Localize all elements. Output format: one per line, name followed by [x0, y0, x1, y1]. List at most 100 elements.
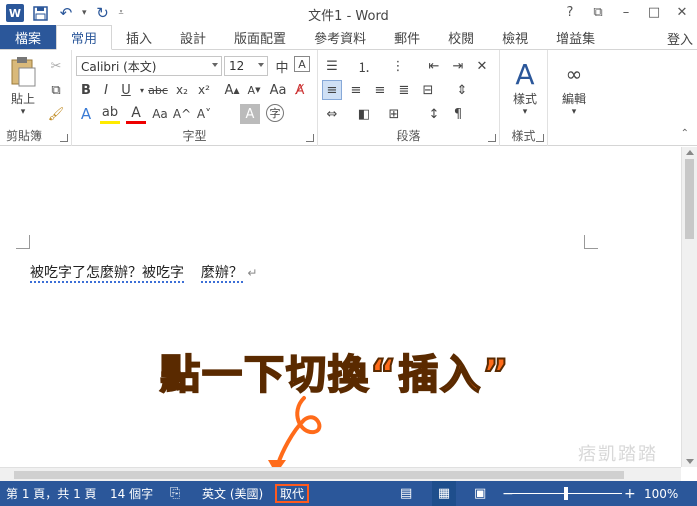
horizontal-scrollbar[interactable] — [0, 467, 681, 481]
borders-icon[interactable]: ⊞ — [384, 104, 404, 124]
language-status[interactable]: 英文 (美國) — [202, 481, 263, 506]
clear-formatting-icon[interactable]: A̸ — [290, 80, 310, 100]
phonetic-guide-icon[interactable]: 中 — [272, 56, 292, 76]
distributed-icon[interactable]: ⊟ — [418, 80, 438, 100]
read-mode-icon[interactable]: ▤ — [400, 481, 412, 506]
font-color-icon[interactable]: A — [126, 104, 146, 124]
signin-link[interactable]: 登入 — [667, 29, 693, 48]
document-text[interactable]: 被吃字了怎麼辦？被吃字 麼辦？ ↵ — [30, 262, 257, 283]
paragraph-launcher-icon[interactable] — [488, 134, 496, 142]
proofing-icon[interactable]: ⎘ — [170, 481, 180, 506]
undo-dropdown-icon[interactable]: ▾ — [82, 8, 87, 18]
tab-references[interactable]: 參考資料 — [300, 25, 380, 49]
web-layout-icon[interactable]: ▣ — [474, 481, 486, 506]
tab-insert[interactable]: 插入 — [112, 25, 166, 49]
ribbon: 貼上 ▾ ✂ ⧉ 🖌 剪貼簿 Calibri (本文) 12 中 A B I U… — [0, 50, 697, 146]
paste-button[interactable]: 貼上 ▾ — [6, 56, 40, 117]
overtype-mode-button[interactable]: 取代 — [275, 484, 310, 503]
quick-access-toolbar: W ↶ ▾ ↻ ⩡ — [0, 0, 124, 26]
scroll-up-icon[interactable] — [686, 150, 694, 155]
font-launcher-icon[interactable] — [306, 134, 314, 142]
change-case-icon-2[interactable]: Aa — [150, 104, 170, 124]
align-right-icon[interactable]: ≡ — [370, 80, 390, 100]
bold-icon[interactable]: B — [76, 80, 96, 100]
font-size-combo[interactable]: 12 — [224, 56, 268, 76]
character-shading-icon[interactable]: A — [240, 104, 260, 124]
document-canvas[interactable] — [0, 147, 697, 481]
bullets-icon[interactable]: ☰ — [322, 56, 342, 76]
text-effects-icon[interactable]: A — [76, 104, 96, 124]
zoom-in-button[interactable]: + — [624, 481, 636, 506]
maximize-icon[interactable]: □ — [641, 2, 667, 22]
text-direction-icon[interactable]: ⇔ — [322, 104, 342, 124]
character-border-icon[interactable]: A — [294, 56, 310, 72]
styles-group: A 樣式 ▾ 樣式 — [500, 50, 548, 146]
align-center-icon[interactable]: ≡ — [346, 80, 366, 100]
numbering-icon[interactable]: ⒈ — [354, 56, 374, 76]
font-name-combo[interactable]: Calibri (本文) — [76, 56, 222, 76]
collapse-ribbon-icon[interactable]: ⌃ — [681, 128, 689, 139]
scroll-down-icon[interactable] — [686, 459, 694, 464]
tab-design[interactable]: 設計 — [166, 25, 220, 49]
copy-icon[interactable]: ⧉ — [46, 80, 66, 100]
horizontal-scroll-thumb[interactable] — [14, 471, 624, 479]
print-layout-icon[interactable]: ▦ — [432, 481, 456, 506]
vertical-scrollbar[interactable] — [681, 147, 697, 467]
help-icon[interactable]: ? — [557, 2, 583, 22]
page-count[interactable]: 第 1 頁，共 1 頁 — [6, 481, 97, 506]
tab-layout[interactable]: 版面配置 — [220, 25, 300, 49]
change-case-icon[interactable]: Aa — [268, 80, 288, 100]
shrink-font-icon[interactable]: A ▼ — [244, 80, 264, 100]
superscript-icon[interactable]: x² — [194, 80, 214, 100]
redo-icon[interactable]: ↻ — [93, 3, 113, 23]
font-size-dropdown-icon[interactable] — [258, 63, 264, 67]
justify-icon[interactable]: ≣ — [394, 80, 414, 100]
line-spacing-icon[interactable]: ⇕ — [452, 80, 472, 100]
enclose-characters-icon[interactable]: 字 — [266, 104, 284, 122]
styles-button[interactable]: A 樣式 ▾ — [506, 58, 544, 118]
save-icon[interactable] — [30, 3, 50, 23]
ribbon-display-icon[interactable]: ⧉ — [585, 2, 611, 22]
align-left-icon[interactable]: ≡ — [322, 80, 342, 100]
cut-icon[interactable]: ✂ — [46, 56, 66, 76]
shading-icon[interactable]: ◧ — [354, 104, 374, 124]
grow-font-icon[interactable]: A ▲ — [222, 80, 242, 100]
increase-indent-icon[interactable]: ⇥ — [448, 56, 468, 76]
strikethrough-icon[interactable]: abc — [148, 80, 168, 100]
word-logo-icon[interactable]: W — [6, 4, 24, 22]
tab-addins[interactable]: 增益集 — [542, 25, 609, 49]
zoom-level[interactable]: 100% — [644, 481, 678, 506]
tab-review[interactable]: 校閱 — [434, 25, 488, 49]
chinese-layout-icon[interactable]: ✕ — [472, 56, 492, 76]
decrease-indent-icon[interactable]: ⇤ — [424, 56, 444, 76]
italic-icon[interactable]: I — [96, 80, 116, 100]
clipboard-launcher-icon[interactable] — [60, 134, 68, 142]
editing-button[interactable]: ∞ 編輯 ▾ — [554, 58, 594, 117]
show-marks-icon[interactable]: ¶ — [448, 104, 468, 124]
minimize-icon[interactable]: – — [613, 2, 639, 22]
title-bar: W ↶ ▾ ↻ ⩡ 文件1 - Word ? ⧉ – □ ✕ — [0, 0, 697, 26]
zoom-slider-thumb[interactable] — [564, 487, 568, 500]
grow-font-icon-2[interactable]: A^ — [172, 104, 192, 124]
tab-mailings[interactable]: 郵件 — [380, 25, 434, 49]
font-name-dropdown-icon[interactable] — [212, 63, 218, 67]
shrink-font-icon-2[interactable]: A˅ — [194, 104, 214, 124]
vertical-scroll-thumb[interactable] — [685, 159, 694, 239]
word-count[interactable]: 14 個字 — [110, 481, 153, 506]
tab-view[interactable]: 檢視 — [488, 25, 542, 49]
customize-qat-icon[interactable]: ⩡ — [119, 8, 124, 18]
paragraph-group: ☰ ⒈ ⋮ ⇤ ⇥ ✕ ≡ ≡ ≡ ≣ ⊟ ⇕ ⇔ ◧ ⊞ ↕ ¶ 段落 — [318, 50, 500, 146]
tab-home[interactable]: 常用 — [56, 25, 113, 50]
close-icon[interactable]: ✕ — [669, 2, 695, 22]
editing-group: ∞ 編輯 ▾ — [548, 50, 598, 146]
highlight-color-icon[interactable]: ab — [100, 104, 120, 124]
paste-dropdown-icon[interactable]: ▾ — [21, 107, 26, 117]
sort-icon[interactable]: ↕ — [424, 104, 444, 124]
multilevel-list-icon[interactable]: ⋮ — [388, 56, 408, 76]
tab-file[interactable]: 檔案 — [0, 25, 56, 49]
format-painter-icon[interactable]: 🖌 — [46, 104, 66, 124]
subscript-icon[interactable]: x₂ — [172, 80, 192, 100]
styles-button-label: 樣式 — [512, 92, 537, 106]
styles-launcher-icon[interactable] — [536, 134, 544, 142]
undo-icon[interactable]: ↶ — [56, 3, 76, 23]
